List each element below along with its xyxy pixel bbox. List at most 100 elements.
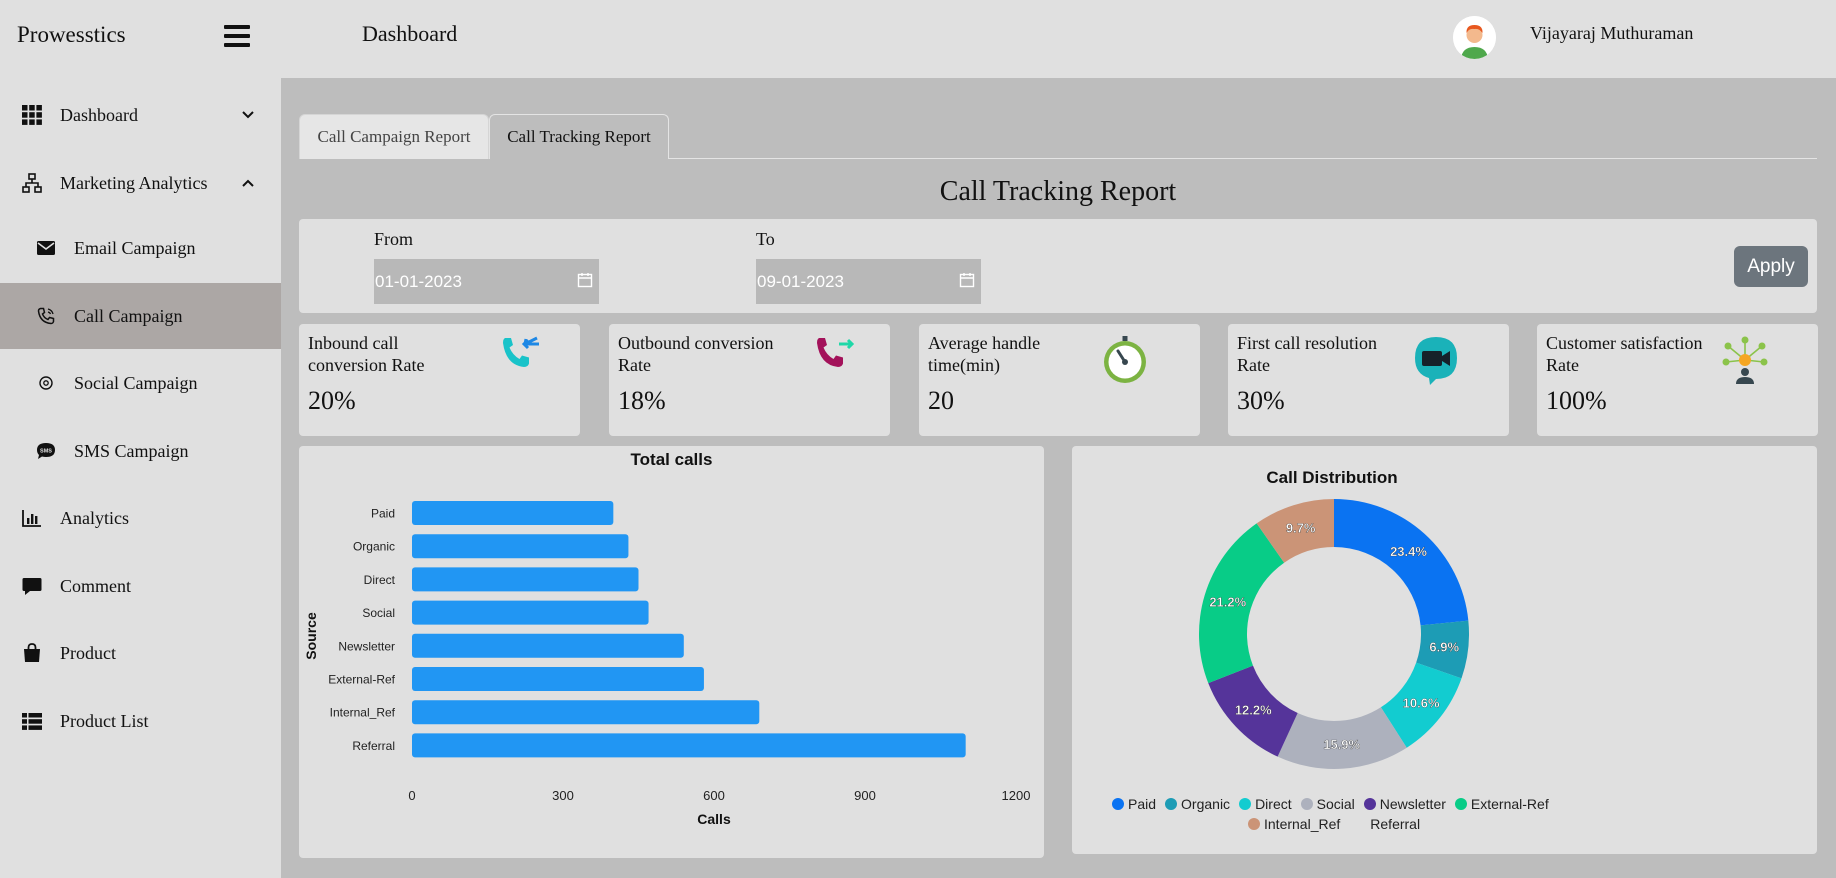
legend-swatch: [1165, 798, 1178, 810]
legend-label: Internal_Ref: [1264, 816, 1341, 832]
sidebar-item-label: Marketing Analytics: [60, 172, 208, 193]
kpi-title: First call resolution Rate: [1237, 333, 1377, 375]
calendar-icon[interactable]: [959, 272, 975, 288]
sidebar-item-marketing-analytics[interactable]: Marketing Analytics: [0, 150, 281, 216]
to-date-value: 09-01-2023: [757, 271, 844, 291]
grid-icon: [22, 105, 42, 125]
sidebar: Dashboard Marketing Analytics Email Camp…: [0, 78, 281, 878]
legend-item-direct[interactable]: Direct: [1239, 796, 1292, 812]
bar-referral[interactable]: [412, 733, 966, 758]
kpi-title: Inbound call conversion Rate: [308, 333, 425, 375]
bar-paid[interactable]: [412, 501, 614, 525]
kpi-card-average-handle-time: Average handle time(min) 20: [919, 324, 1200, 436]
legend-item-internal-ref[interactable]: Internal_Ref: [1248, 816, 1340, 832]
kpi-value: 18%: [618, 386, 666, 415]
incoming-call-icon: [499, 332, 551, 384]
category-tick-label: Referral: [352, 739, 395, 753]
legend-label: Newsletter: [1379, 796, 1446, 812]
envelope-icon: [36, 238, 56, 258]
legend-item-organic[interactable]: Organic: [1165, 796, 1230, 812]
from-date-value: 01-01-2023: [375, 271, 462, 291]
legend-item-referral[interactable]: Referral: [1354, 816, 1420, 832]
legend-swatch: [1239, 798, 1252, 810]
category-tick-label: Paid: [371, 507, 395, 521]
phone-icon: [36, 306, 56, 326]
chevron-down-icon[interactable]: [240, 107, 256, 123]
video-chat-icon: [1410, 334, 1462, 386]
user-name[interactable]: Vijayaraj Muthuraman: [1530, 23, 1693, 44]
sidebar-item-label: Social Campaign: [74, 372, 198, 393]
x-axis-label: Calls: [697, 811, 731, 827]
sidebar-item-label: Call Campaign: [74, 305, 183, 326]
page-title: Dashboard: [362, 21, 458, 46]
sidebar-item-email-campaign[interactable]: Email Campaign: [0, 215, 281, 281]
shopping-bag-icon: [22, 643, 42, 663]
legend-item-newsletter[interactable]: Newsletter: [1363, 796, 1446, 812]
category-tick-label: Internal_Ref: [330, 706, 396, 720]
legend-swatch: [1454, 798, 1467, 810]
kpi-card-first-call-resolution: First call resolution Rate 30%: [1228, 324, 1509, 436]
bar-social[interactable]: [412, 600, 649, 625]
kpi-card-inbound-conversion: Inbound call conversion Rate 20%: [299, 324, 580, 436]
slice-data-label: 10.6%: [1403, 695, 1440, 710]
kpi-card-customer-satisfaction: Customer satisfaction Rate 100%: [1537, 324, 1818, 436]
sidebar-item-comment[interactable]: Comment: [0, 553, 281, 619]
stopwatch-icon: [1099, 334, 1151, 386]
tab-divider: [669, 158, 1817, 159]
x-tick-label: 300: [552, 788, 574, 803]
kpi-value: 20: [928, 386, 954, 415]
sms-bubble-icon: SMS: [36, 441, 56, 461]
calendar-icon[interactable]: [577, 272, 593, 288]
legend-item-external-ref[interactable]: External-Ref: [1454, 796, 1549, 812]
to-label: To: [756, 229, 775, 249]
sidebar-item-product-list[interactable]: Product List: [0, 688, 281, 754]
comment-icon: [22, 576, 42, 596]
sidebar-item-label: SMS Campaign: [74, 440, 189, 461]
hamburger-menu-icon[interactable]: [224, 25, 250, 51]
svg-text:SMS: SMS: [40, 449, 52, 455]
bar-direct[interactable]: [412, 567, 639, 592]
apply-button[interactable]: Apply: [1734, 246, 1808, 287]
report-title: Call Tracking Report: [939, 176, 1177, 207]
tab-call-tracking-report[interactable]: Call Tracking Report: [489, 114, 669, 159]
sidebar-item-product[interactable]: Product: [0, 620, 281, 686]
bar-chart-icon: [22, 508, 42, 528]
chevron-up-icon[interactable]: [240, 175, 256, 191]
legend-label: External-Ref: [1470, 796, 1549, 812]
category-tick-label: External-Ref: [328, 673, 395, 687]
slice-paid[interactable]: [1334, 499, 1469, 626]
sidebar-item-label: Analytics: [60, 507, 129, 528]
to-date-input[interactable]: 09-01-2023: [756, 259, 981, 304]
bar-newsletter[interactable]: [412, 633, 684, 658]
chart-title: Total calls: [630, 450, 713, 469]
at-sign-icon: [36, 373, 56, 393]
legend-swatch: [1363, 798, 1376, 810]
sidebar-item-call-campaign[interactable]: Call Campaign: [0, 283, 281, 349]
call-distribution-chart-panel: Call Distribution 23.4% 6.9% 10.6% 15.9% 12.…: [1072, 446, 1817, 854]
bar-external-ref[interactable]: [412, 667, 704, 691]
legend-item-social[interactable]: Social: [1300, 796, 1355, 812]
tab-call-campaign-report[interactable]: Call Campaign Report: [299, 114, 489, 159]
from-date-input[interactable]: 01-01-2023: [374, 259, 599, 304]
category-tick-label: Direct: [364, 573, 396, 587]
legend-item-paid[interactable]: Paid: [1112, 796, 1156, 812]
kpi-value: 100%: [1546, 386, 1607, 415]
category-tick-label: Organic: [353, 540, 395, 554]
call-distribution-donut-chart: 23.4% 6.9% 10.6% 15.9% 12.2% 21.2% 9.7%: [1199, 499, 1469, 769]
user-avatar[interactable]: [1453, 16, 1496, 59]
total-calls-bar-chart: Paid Organic Direct Social Newsletter Externa…: [303, 501, 1031, 827]
sidebar-item-dashboard[interactable]: Dashboard: [0, 82, 281, 148]
x-tick-label: 1200: [1002, 788, 1031, 803]
sidebar-item-social-campaign[interactable]: Social Campaign: [0, 350, 281, 416]
bar-organic[interactable]: [412, 534, 629, 559]
legend-label: Organic: [1181, 796, 1231, 812]
slice-data-label: 23.4%: [1390, 544, 1427, 559]
legend-swatch: [1112, 798, 1124, 810]
slice-data-label: 21.2%: [1209, 594, 1246, 609]
brand-logo-text[interactable]: Prowesstics: [17, 22, 126, 48]
sidebar-item-sms-campaign[interactable]: SMS SMS Campaign: [0, 418, 281, 484]
sidebar-item-analytics[interactable]: Analytics: [0, 485, 281, 551]
chart-title: Call Distribution: [1266, 468, 1398, 487]
category-tick-label: Newsletter: [338, 639, 395, 653]
bar-internal-ref[interactable]: [412, 700, 760, 725]
